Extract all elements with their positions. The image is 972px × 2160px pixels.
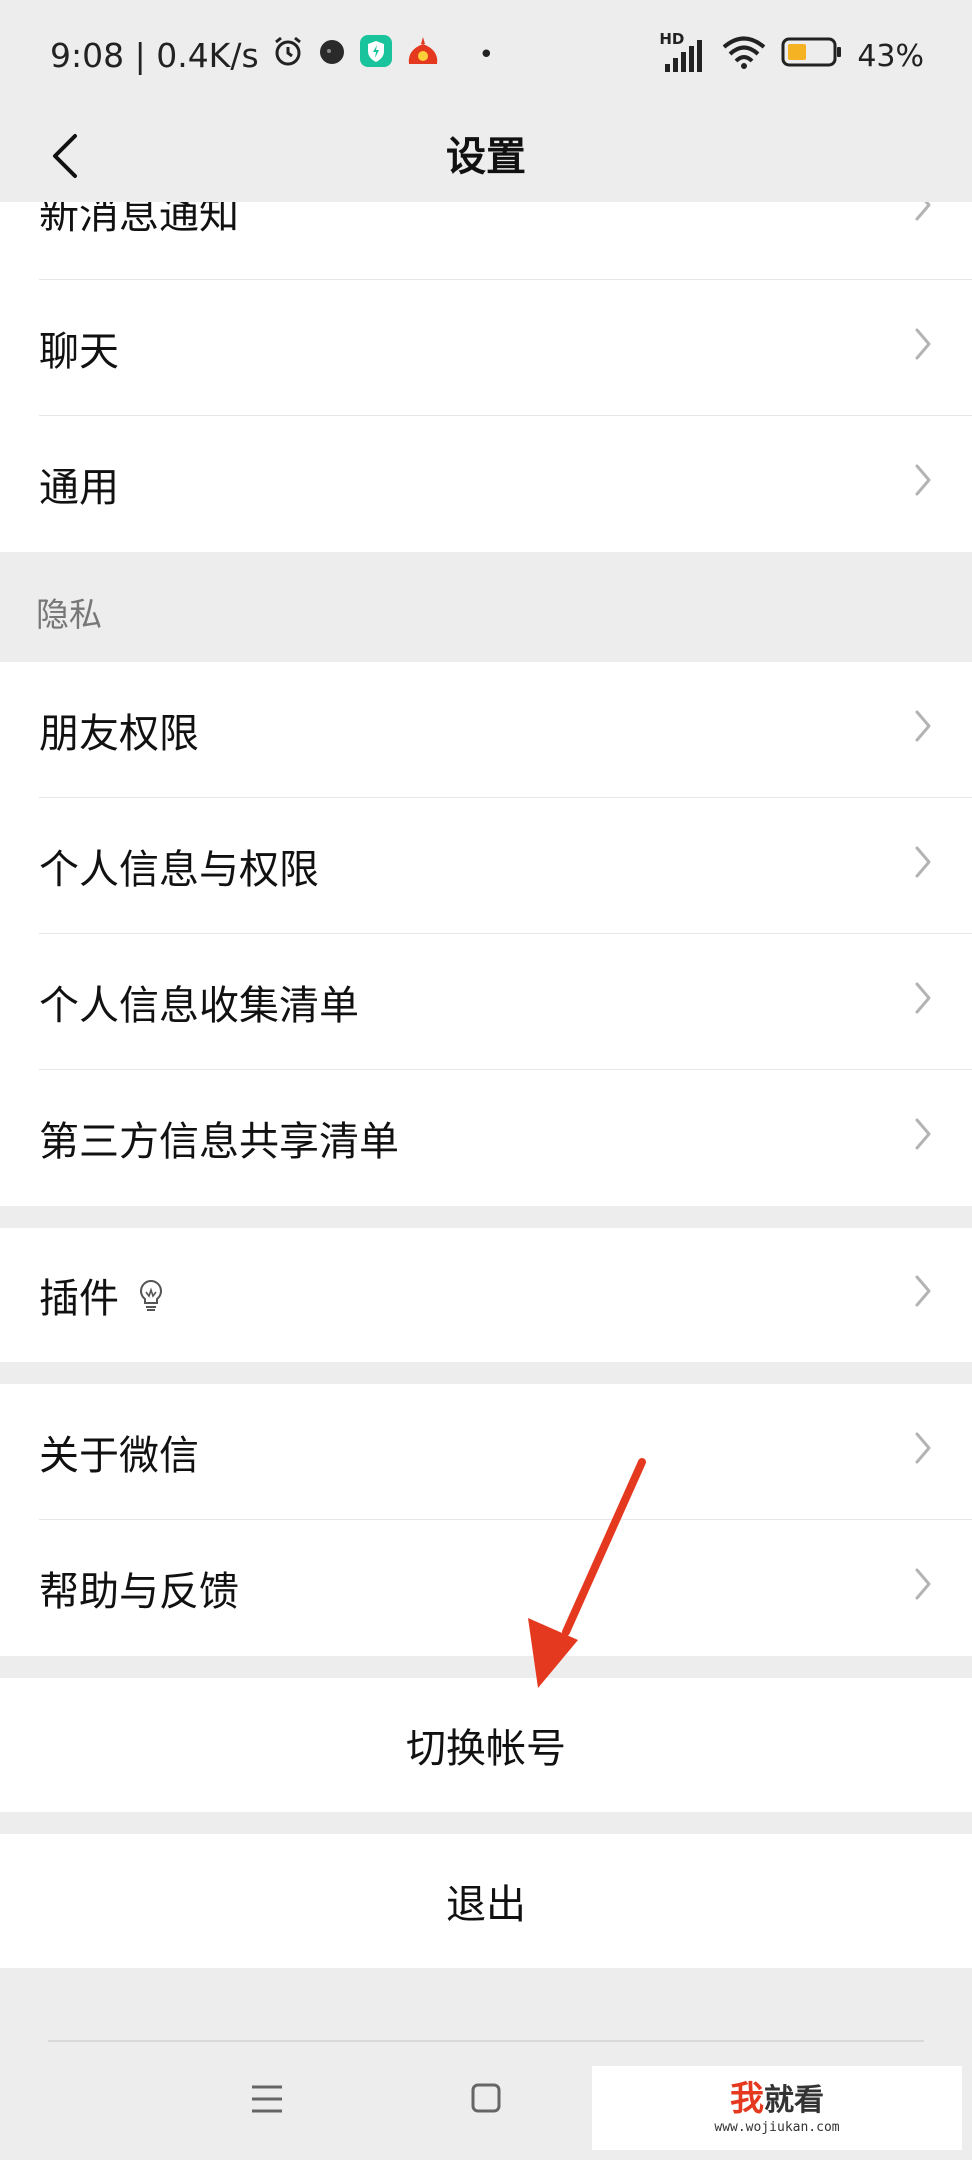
page-title: 设置 — [446, 134, 526, 180]
home-icon[interactable] — [470, 2082, 502, 2118]
nav-bar: 设置 — [0, 110, 972, 202]
section-label-privacy: 隐私 — [36, 595, 102, 634]
row-label: 第三方信息共享清单 — [39, 1119, 399, 1165]
chevron-right-icon — [914, 1272, 932, 1318]
chevron-right-icon — [914, 1115, 932, 1161]
group-plugins: 插件 — [0, 1228, 972, 1362]
battery-icon — [781, 37, 843, 75]
lightbulb-icon — [135, 1277, 167, 1313]
switch-account-button[interactable]: 切换帐号 — [0, 1678, 972, 1812]
alarm-icon — [271, 34, 305, 76]
row-help-feedback[interactable]: 帮助与反馈 — [0, 1520, 972, 1656]
watermark-url: www.wojiukan.com — [714, 2119, 840, 2135]
row-label: 帮助与反馈 — [39, 1569, 239, 1615]
flame-app-icon — [405, 34, 441, 76]
signal-icon: HD — [659, 30, 707, 74]
row-personal-info-collection[interactable]: 个人信息收集清单 — [0, 934, 972, 1070]
watermark-brand-rest: 就看 — [764, 2082, 824, 2118]
battery-percent: 43% — [857, 38, 924, 74]
chevron-right-icon — [914, 843, 932, 889]
chevron-right-icon — [914, 1429, 932, 1475]
row-label: 聊天 — [39, 329, 119, 375]
row-plugins[interactable]: 插件 — [0, 1228, 972, 1362]
row-label: 插件 — [39, 1276, 119, 1322]
wifi-icon — [721, 34, 767, 78]
chevron-right-icon — [914, 325, 932, 371]
row-label: 个人信息与权限 — [39, 847, 319, 893]
watermark-brand-accent: 我 — [730, 2078, 764, 2119]
app-circle-icon — [317, 36, 347, 75]
row-friend-permissions[interactable]: 朋友权限 — [0, 662, 972, 798]
group-about: 关于微信 帮助与反馈 — [0, 1384, 972, 1656]
chevron-right-icon — [914, 707, 932, 753]
chevron-right-icon — [914, 979, 932, 1025]
settings-list: 新消息通知 聊天 通用 隐私 朋友权限 个人信息与权限 个人信息收集清单 第三方… — [0, 138, 972, 1968]
row-chat[interactable]: 聊天 — [0, 280, 972, 416]
dot-indicator: • — [478, 40, 494, 70]
chevron-right-icon — [914, 461, 932, 507]
watermark-brand: 我就看 — [730, 2082, 824, 2118]
menu-icon[interactable] — [250, 2084, 284, 2118]
row-third-party-sharing[interactable]: 第三方信息共享清单 — [0, 1070, 972, 1206]
watermark-logo: 我就看 www.wojiukan.com — [592, 2066, 962, 2150]
logout-button[interactable]: 退出 — [0, 1834, 972, 1968]
row-about-wechat[interactable]: 关于微信 — [0, 1384, 972, 1520]
chevron-right-icon — [914, 1565, 932, 1611]
row-general[interactable]: 通用 — [0, 416, 972, 552]
group-privacy: 朋友权限 个人信息与权限 个人信息收集清单 第三方信息共享清单 — [0, 662, 972, 1206]
row-label: 朋友权限 — [39, 711, 199, 757]
row-personal-info-permissions[interactable]: 个人信息与权限 — [0, 798, 972, 934]
row-label: 关于微信 — [39, 1433, 199, 1479]
row-label: 通用 — [39, 465, 119, 511]
status-bar: 9:08 | 0.4K/s • HD 43% — [0, 0, 972, 110]
row-label: 个人信息收集清单 — [39, 983, 359, 1029]
shield-app-icon — [359, 34, 393, 76]
status-time: 9:08 | 0.4K/s — [50, 35, 259, 75]
